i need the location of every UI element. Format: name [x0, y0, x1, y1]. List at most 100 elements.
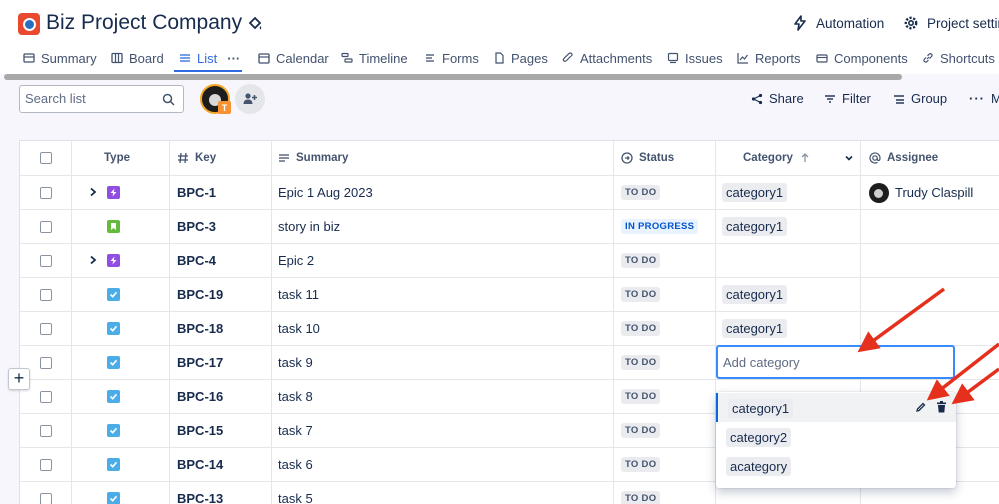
filter-button[interactable]: Filter	[824, 91, 871, 106]
tab-reports[interactable]: Reports	[737, 48, 801, 68]
assignee-cell[interactable]	[861, 210, 999, 243]
status-badge[interactable]: TO DO	[621, 355, 661, 370]
tab-list[interactable]: List ···	[179, 48, 240, 68]
issue-key[interactable]: BPC-3	[177, 219, 216, 234]
category-option[interactable]: acategory	[716, 451, 956, 480]
issue-summary[interactable]: task 10	[278, 321, 320, 336]
issue-summary[interactable]: task 5	[278, 491, 313, 504]
table-row[interactable]: BPC-19 task 11 TO DO category1	[20, 278, 999, 312]
status-badge[interactable]: IN PROGRESS	[621, 219, 699, 234]
row-checkbox[interactable]	[39, 186, 52, 199]
status-badge[interactable]: TO DO	[621, 185, 661, 200]
row-checkbox[interactable]	[39, 254, 52, 267]
search-input[interactable]	[25, 91, 160, 106]
row-checkbox[interactable]	[39, 220, 52, 233]
more-dots-icon: ···	[969, 91, 985, 106]
category-cell[interactable]: category1	[716, 278, 861, 311]
table-row[interactable]: BPC-1 Epic 1 Aug 2023 TO DO category1 Trudy …	[20, 176, 999, 210]
tab-shortcuts[interactable]: Shortcuts	[922, 48, 995, 68]
row-checkbox[interactable]	[39, 288, 52, 301]
status-badge[interactable]: TO DO	[621, 457, 661, 472]
assignee-cell[interactable]: Trudy Claspill	[861, 176, 999, 209]
assignee-cell[interactable]	[861, 312, 999, 345]
issue-key[interactable]: BPC-1	[177, 185, 216, 200]
status-badge[interactable]: TO DO	[621, 423, 661, 438]
issue-summary[interactable]: task 11	[278, 287, 319, 302]
row-checkbox[interactable]	[39, 356, 52, 369]
tab-board[interactable]: Board	[111, 48, 164, 68]
column-header-key[interactable]: Key	[177, 152, 216, 164]
category-cell[interactable]: category1	[716, 176, 861, 209]
column-header-category[interactable]: Category	[743, 152, 811, 164]
column-header-status[interactable]: Status	[621, 152, 674, 164]
category-editor-field[interactable]	[716, 345, 955, 379]
chevron-right-icon[interactable]	[89, 187, 97, 197]
tab-components[interactable]: Components	[816, 48, 908, 68]
tab-attachments[interactable]: Attachments	[562, 48, 652, 68]
project-settings-button[interactable]: Project settin	[903, 15, 999, 31]
category-input[interactable]	[723, 355, 943, 370]
issue-key[interactable]: BPC-16	[177, 389, 223, 404]
tab-forms[interactable]: Forms	[424, 48, 479, 68]
issue-key[interactable]: BPC-19	[177, 287, 223, 302]
column-header-type[interactable]: Type	[104, 152, 130, 164]
category-cell[interactable]: category1	[716, 312, 861, 345]
share-button[interactable]: Share	[751, 91, 804, 106]
status-badge[interactable]: TO DO	[621, 389, 661, 404]
column-header-summary[interactable]: Summary	[278, 152, 348, 164]
pencil-icon[interactable]	[915, 402, 926, 413]
add-people-button[interactable]	[235, 84, 265, 114]
automation-button[interactable]: Automation	[792, 15, 884, 31]
issue-key[interactable]: BPC-13	[177, 491, 223, 504]
row-checkbox[interactable]	[39, 492, 52, 504]
issue-summary[interactable]: task 9	[278, 355, 313, 370]
status-badge[interactable]: TO DO	[621, 287, 661, 302]
issue-key[interactable]: BPC-4	[177, 253, 216, 268]
more-button[interactable]: ··· Mo	[969, 91, 999, 106]
issue-summary[interactable]: task 8	[278, 389, 313, 404]
tab-pages[interactable]: Pages	[493, 48, 548, 68]
tab-more-menu[interactable]: ···	[227, 51, 240, 66]
status-badge[interactable]: TO DO	[621, 321, 661, 336]
search-list-field[interactable]	[19, 85, 184, 113]
row-checkbox[interactable]	[39, 424, 52, 437]
add-row-button[interactable]: +	[8, 368, 30, 390]
table-row[interactable]: BPC-4 Epic 2 TO DO	[20, 244, 999, 278]
issue-summary[interactable]: Epic 1 Aug 2023	[278, 185, 373, 200]
assignee-cell[interactable]	[861, 278, 999, 311]
horizontal-scrollbar[interactable]	[4, 74, 902, 80]
issue-key[interactable]: BPC-14	[177, 457, 223, 472]
row-checkbox[interactable]	[39, 390, 52, 403]
issue-summary[interactable]: Epic 2	[278, 253, 314, 268]
tab-issues[interactable]: Issues	[667, 48, 723, 68]
issue-summary[interactable]: story in biz	[278, 219, 340, 234]
trash-icon[interactable]	[936, 401, 947, 413]
category-option[interactable]: category1	[716, 393, 956, 422]
issue-key[interactable]: BPC-17	[177, 355, 223, 370]
row-checkbox[interactable]	[39, 322, 52, 335]
paint-bucket-icon[interactable]	[246, 15, 264, 33]
issue-summary[interactable]: task 6	[278, 457, 313, 472]
issue-summary[interactable]: task 7	[278, 423, 313, 438]
chevron-down-icon[interactable]	[844, 153, 854, 163]
category-cell[interactable]: category1	[716, 210, 861, 243]
tab-timeline[interactable]: Timeline	[341, 48, 408, 68]
status-badge[interactable]: TO DO	[621, 491, 661, 504]
tab-calendar[interactable]: Calendar	[258, 48, 329, 68]
issue-key[interactable]: BPC-18	[177, 321, 223, 336]
row-checkbox[interactable]	[39, 458, 52, 471]
group-button[interactable]: Group	[893, 91, 947, 106]
category-option[interactable]: category2	[716, 422, 956, 451]
column-header-assignee[interactable]: Assignee	[869, 152, 938, 164]
table-row[interactable]: BPC-18 task 10 TO DO category1	[20, 312, 999, 346]
status-badge[interactable]: TO DO	[621, 253, 661, 268]
search-icon[interactable]	[162, 93, 175, 106]
issue-key[interactable]: BPC-15	[177, 423, 223, 438]
chevron-right-icon[interactable]	[89, 255, 97, 265]
tab-summary[interactable]: Summary	[23, 48, 97, 68]
select-all-checkbox[interactable]	[39, 152, 52, 164]
table-row[interactable]: BPC-3 story in biz IN PROGRESS category1	[20, 210, 999, 244]
project-header: Biz Project Company Automation Project s…	[0, 0, 999, 74]
category-cell[interactable]	[716, 244, 861, 277]
assignee-cell[interactable]	[861, 244, 999, 277]
